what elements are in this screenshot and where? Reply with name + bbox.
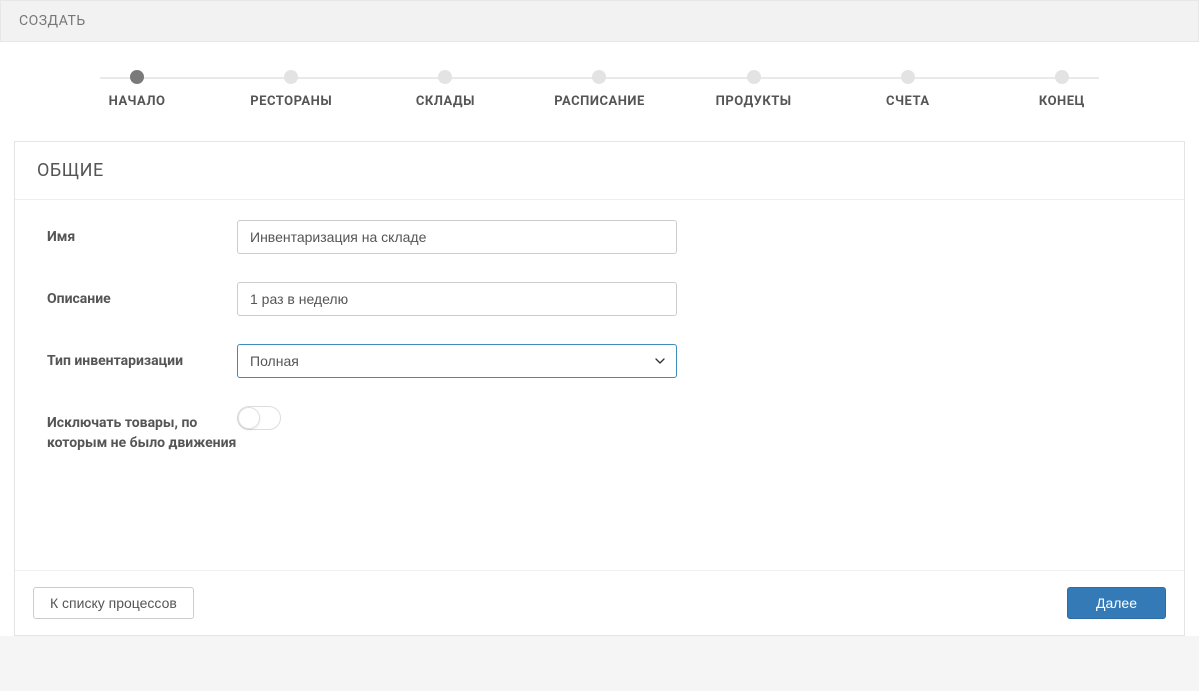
- description-label: Описание: [47, 282, 237, 310]
- step-restaurants[interactable]: РЕСТОРАНЫ: [214, 70, 368, 109]
- form-row-description: Описание: [47, 282, 1152, 316]
- step-label: КОНЕЦ: [1039, 94, 1085, 109]
- panel-footer: К списку процессов Далее: [15, 570, 1184, 635]
- description-input[interactable]: [237, 282, 677, 316]
- step-schedule[interactable]: РАСПИСАНИЕ: [522, 70, 676, 109]
- step-start[interactable]: НАЧАЛО: [60, 70, 214, 109]
- step-end[interactable]: КОНЕЦ: [985, 70, 1139, 109]
- panel-title: ОБЩИЕ: [15, 142, 1184, 200]
- step-dot-icon: [284, 70, 298, 84]
- general-panel: ОБЩИЕ Имя Описание Тип инвентаризации По…: [14, 141, 1185, 636]
- step-products[interactable]: ПРОДУКТЫ: [677, 70, 831, 109]
- exclude-label: Исключать товары, по которым не было дви…: [47, 406, 237, 453]
- step-label: СКЛАДЫ: [416, 94, 475, 109]
- step-warehouses[interactable]: СКЛАДЫ: [368, 70, 522, 109]
- description-input-wrap: [237, 282, 677, 316]
- panel-body: Имя Описание Тип инвентаризации Полная: [15, 200, 1184, 570]
- step-label: ПРОДУКТЫ: [716, 94, 792, 109]
- wizard-stepper: НАЧАЛО РЕСТОРАНЫ СКЛАДЫ РАСПИСАНИЕ ПРОДУ…: [0, 42, 1199, 127]
- step-dot-icon: [592, 70, 606, 84]
- form-row-exclude: Исключать товары, по которым не было дви…: [47, 406, 1152, 453]
- form-row-inventory-type: Тип инвентаризации Полная: [47, 344, 1152, 378]
- page-header: СОЗДАТЬ: [0, 0, 1199, 42]
- content-wrap: НАЧАЛО РЕСТОРАНЫ СКЛАДЫ РАСПИСАНИЕ ПРОДУ…: [0, 42, 1199, 636]
- inventory-type-select[interactable]: Полная: [237, 344, 677, 378]
- toggle-handle-icon: [238, 407, 260, 429]
- step-accounts[interactable]: СЧЕТА: [831, 70, 985, 109]
- name-label: Имя: [47, 220, 237, 248]
- step-dot-icon: [747, 70, 761, 84]
- exclude-toggle-wrap: [237, 406, 677, 430]
- name-input-wrap: [237, 220, 677, 254]
- exclude-toggle[interactable]: [237, 406, 281, 430]
- step-dot-icon: [1055, 70, 1069, 84]
- name-input[interactable]: [237, 220, 677, 254]
- next-button[interactable]: Далее: [1067, 587, 1166, 619]
- step-dot-icon: [901, 70, 915, 84]
- form-row-name: Имя: [47, 220, 1152, 254]
- inventory-type-select-wrap: Полная: [237, 344, 677, 378]
- step-dot-icon: [438, 70, 452, 84]
- inventory-type-label: Тип инвентаризации: [47, 344, 237, 372]
- step-label: РЕСТОРАНЫ: [250, 94, 332, 109]
- step-label: РАСПИСАНИЕ: [554, 94, 645, 109]
- back-to-list-button[interactable]: К списку процессов: [33, 587, 194, 619]
- step-label: СЧЕТА: [886, 94, 930, 109]
- step-label: НАЧАЛО: [109, 94, 166, 109]
- page-title: СОЗДАТЬ: [19, 13, 86, 29]
- step-dot-icon: [130, 70, 144, 84]
